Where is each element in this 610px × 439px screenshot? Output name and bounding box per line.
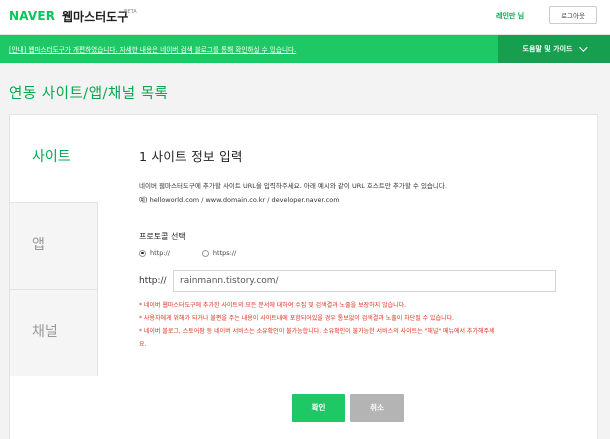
example-text: 예) helloworld.com / www.domain.co.kr / d… xyxy=(139,196,340,204)
notice-link[interactable]: [안내] 웹마스터도구가 개편하였습니다. 자세한 내용은 네이버 검색 블로그… xyxy=(9,44,296,54)
user-name-link[interactable]: 레인만 님 xyxy=(496,11,524,21)
beta-badge: BETA xyxy=(124,9,137,15)
warning-note: * 사용자에게 위해가 되거나 불편을 주는 내용이 사이트내에 포함되어있을 … xyxy=(139,315,455,322)
main-panel: 사이트 앱 채널 1 사이트 정보 입력 네이버 웹마스터도구에 추가할 사이트… xyxy=(9,114,598,439)
radio-http-label[interactable]: http:// xyxy=(150,249,170,257)
chevron-down-icon xyxy=(579,43,589,52)
cancel-button[interactable]: 취소 xyxy=(350,394,404,422)
protocol-title: 프로토콜 선택 xyxy=(139,232,186,241)
logout-button[interactable]: 로그아웃 xyxy=(549,6,597,24)
help-guide-button[interactable]: 도움말 및 가이드 xyxy=(498,35,610,63)
sidebar-item-channel[interactable]: 채널 xyxy=(10,289,98,376)
radio-http[interactable] xyxy=(139,249,146,257)
section-title: 1 사이트 정보 입력 xyxy=(139,149,243,164)
protocol-radio-group: http:// https:// xyxy=(139,249,236,257)
sidebar-item-label: 사이트 xyxy=(32,149,71,165)
description-text: 네이버 웹마스터도구에 추가할 사이트 URL을 입력하주세요. 아래 예시와 … xyxy=(139,182,447,190)
page-title: 연동 사이트/앱/채널 목록 xyxy=(9,86,169,102)
sidebar-item-label: 채널 xyxy=(32,324,58,340)
app-title[interactable]: 웹마스터도구 xyxy=(62,8,128,25)
naver-logo[interactable]: NAVER xyxy=(9,9,55,23)
confirm-button[interactable]: 확인 xyxy=(292,394,345,422)
notice-bar: [안내] 웹마스터도구가 개편하였습니다. 자세한 내용은 네이버 검색 블로그… xyxy=(0,35,610,63)
radio-https[interactable] xyxy=(201,249,209,257)
warning-note: * 네이버 웹마스터도구에 추가한 사이트의 모든 문서에 대하여 수집 및 검… xyxy=(139,302,407,309)
sidebar-item-label: 앱 xyxy=(32,237,45,253)
warning-note: * 네이버 블로그, 스토어팜 등 네이버 서비스는 소유확인이 불가능합니다.… xyxy=(139,328,495,335)
url-prefix: http:// xyxy=(139,276,167,286)
help-guide-label: 도움말 및 가이드 xyxy=(522,45,573,53)
sidebar-item-app[interactable]: 앱 xyxy=(10,202,98,289)
site-url-input[interactable] xyxy=(173,270,556,292)
top-header: NAVER 웹마스터도구 BETA 레인만 님 로그아웃 xyxy=(0,0,610,35)
sidebar-item-site[interactable]: 사이트 xyxy=(10,115,98,202)
radio-https-label[interactable]: https:// xyxy=(213,249,236,257)
warning-note: 요. xyxy=(139,341,147,348)
